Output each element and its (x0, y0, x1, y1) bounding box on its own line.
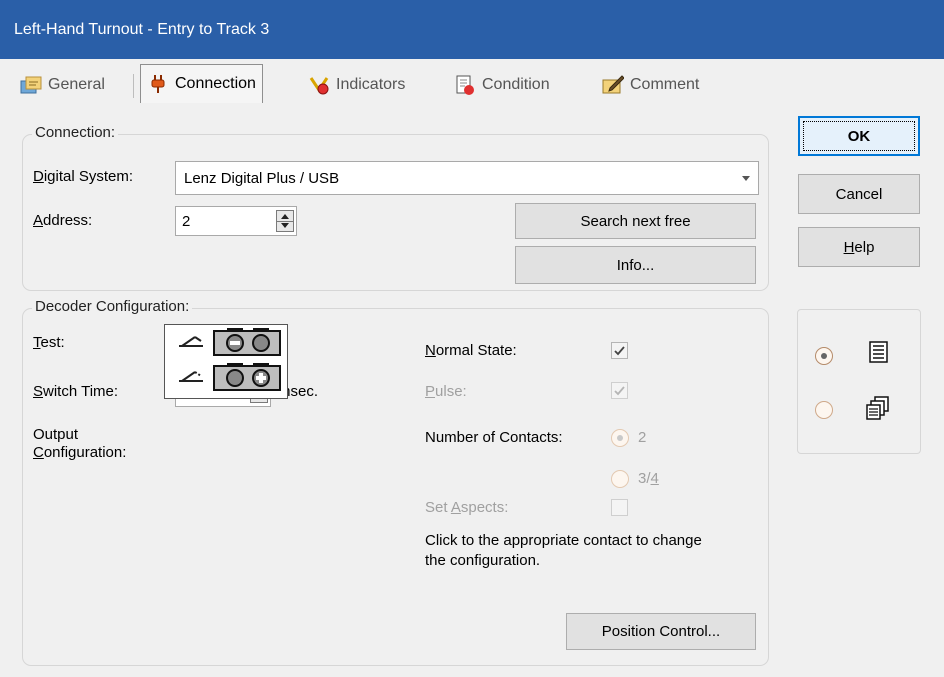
window-title: Left-Hand Turnout - Entry to Track 3 (14, 21, 270, 38)
turnout-straight-icon (178, 334, 206, 352)
tab-general-label: General (48, 76, 105, 93)
tab-comment-label: Comment (630, 76, 700, 93)
comment-icon (602, 74, 625, 96)
switch-time-label: Switch Time: (33, 383, 119, 400)
contacts-34-radio[interactable] (611, 470, 629, 488)
info-button[interactable]: Info... (515, 246, 756, 284)
chevron-down-icon (742, 176, 750, 181)
indicators-icon (308, 74, 330, 96)
set-aspects-checkbox[interactable] (611, 499, 628, 516)
list-view-icon (869, 341, 889, 367)
contact-pair-1[interactable] (213, 328, 281, 360)
address-stepper[interactable]: 2 (175, 206, 297, 236)
cancel-button[interactable]: Cancel (798, 174, 920, 214)
set-aspects-label: Set Aspects: (425, 499, 509, 516)
pulse-label: Pulse: (425, 383, 467, 400)
digital-system-label: Digital System: (33, 168, 134, 185)
tab-general[interactable]: General (20, 67, 105, 103)
checkmark-icon (614, 346, 625, 356)
number-of-contacts-label: Number of Contacts: (425, 429, 563, 446)
contacts-2-label: 2 (638, 429, 647, 446)
help-button[interactable]: Help (798, 227, 920, 267)
contacts-2-radio[interactable] (611, 429, 629, 447)
tab-indicators-label: Indicators (336, 76, 406, 93)
title-bar[interactable]: Left-Hand Turnout - Entry to Track 3 (0, 0, 944, 59)
general-icon (20, 74, 42, 96)
tab-connection-label: Connection (175, 75, 256, 92)
multi-view-icon (866, 396, 890, 424)
contact-pair-2[interactable] (213, 363, 281, 395)
address-spin-buttons[interactable] (276, 210, 294, 232)
turnout-diverging-icon (178, 369, 206, 387)
multi-view-radio[interactable] (815, 401, 833, 419)
tab-comment[interactable]: Comment (602, 67, 699, 103)
address-value: 2 (182, 213, 191, 230)
list-view-radio[interactable] (815, 347, 833, 365)
position-control-button[interactable]: Position Control... (566, 613, 756, 650)
tab-connection[interactable]: Connection (140, 64, 263, 103)
normal-state-label: Normal State: (425, 342, 517, 359)
digital-system-value: Lenz Digital Plus / USB (184, 170, 340, 187)
search-next-free-button[interactable]: Search next free (515, 203, 756, 239)
connection-group-label: Connection: (32, 124, 119, 141)
output-configuration-box (164, 324, 288, 399)
digital-system-dropdown[interactable]: Lenz Digital Plus / USB (175, 161, 759, 195)
decoder-configuration-label: Decoder Configuration: (32, 298, 193, 315)
tab-indicators[interactable]: Indicators (308, 67, 405, 103)
address-label: Address: (33, 212, 93, 229)
pulse-checkbox[interactable] (611, 382, 628, 399)
output-configuration-label-line1: Output (33, 426, 79, 443)
contacts-34-label: 3/4 (638, 470, 659, 487)
tab-condition[interactable]: Condition (454, 67, 550, 103)
tab-condition-label: Condition (482, 76, 550, 93)
condition-icon (454, 74, 476, 96)
contact-hint-text: Click to the appropriate contact to chan… (425, 532, 702, 569)
checkmark-icon (614, 386, 625, 396)
plug-icon (147, 73, 169, 95)
test-label: Test: (33, 334, 65, 351)
tab-separator (133, 74, 134, 98)
view-options-box (797, 309, 921, 454)
ok-button[interactable]: OK (798, 116, 920, 156)
normal-state-checkbox[interactable] (611, 342, 628, 359)
output-configuration-label-line2: Configuration: (33, 444, 127, 461)
